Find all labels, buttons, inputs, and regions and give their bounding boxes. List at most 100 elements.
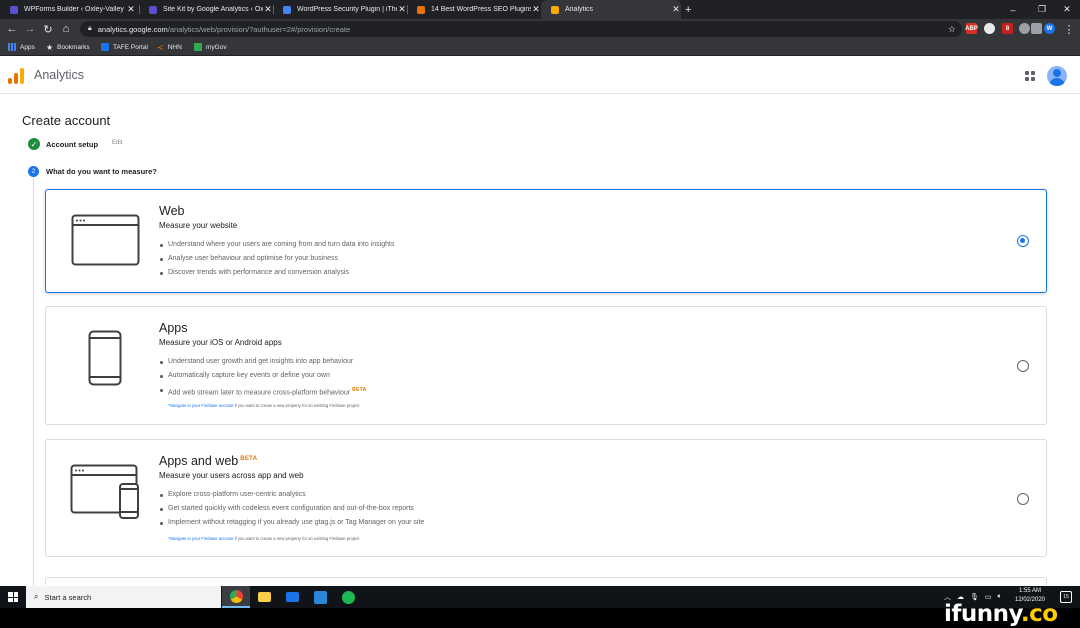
- bookmark-nhn[interactable]: ≺ NHN: [157, 39, 182, 55]
- stepper-line: [33, 177, 34, 587]
- list-item: Automatically capture key events or defi…: [159, 369, 367, 383]
- bookmark-star-icon[interactable]: ☆: [948, 24, 956, 35]
- next-card-edge: [45, 577, 1047, 585]
- edit-account-setup-link[interactable]: Edit: [112, 140, 122, 146]
- bullet-text: Automatically capture key events or defi…: [168, 372, 330, 379]
- taskbar-search-placeholder: Start a search: [44, 592, 92, 602]
- google-apps-icon[interactable]: [1025, 71, 1035, 81]
- firebase-link[interactable]: *Navigate to your Firebase account: [168, 403, 233, 408]
- close-tab-icon[interactable]: ✕: [397, 4, 407, 15]
- step-number-badge: 2: [28, 166, 39, 177]
- option-title: Apps: [159, 321, 188, 335]
- tab-site-kit[interactable]: Site Kit by Google Analytics ‹ Ox ✕: [139, 0, 273, 19]
- option-card-apps[interactable]: Apps Measure your iOS or Android apps Un…: [45, 306, 1047, 425]
- site-kit-favicon-icon: [149, 5, 157, 14]
- account-avatar[interactable]: [1047, 66, 1067, 86]
- network-icon[interactable]: ▭: [985, 593, 992, 601]
- close-window-icon[interactable]: ✕: [1052, 0, 1080, 19]
- tab-seo-plugins[interactable]: 14 Best WordPress SEO Plugins a ✕: [407, 0, 541, 19]
- mobile-phone-icon: [88, 330, 122, 386]
- list-item: Add web stream later to measure cross-pl…: [159, 383, 367, 397]
- close-tab-icon[interactable]: ✕: [263, 4, 273, 15]
- radio-web-selected[interactable]: [1017, 235, 1029, 247]
- list-item: Get started quickly with codeless event …: [159, 502, 424, 516]
- taskbar-spotify[interactable]: [334, 586, 362, 608]
- firebase-note: *Navigate to your Firebase account if yo…: [168, 403, 359, 408]
- list-item: Understand user growth and get insights …: [159, 355, 367, 369]
- forward-icon[interactable]: →: [22, 21, 38, 37]
- profile-avatar[interactable]: W: [1044, 23, 1055, 34]
- adblock-extension-icon[interactable]: ABP: [965, 23, 978, 34]
- search-icon: ⌕: [34, 592, 39, 601]
- browser-toolbar: ← → ↻ ⌂ 🔒︎ analytics.google.com /analyti…: [0, 19, 1080, 39]
- watermark-text: ifunny: [944, 601, 1021, 627]
- taskbar-file-explorer[interactable]: [250, 586, 278, 608]
- tab-title: Analytics: [565, 6, 594, 13]
- option-title-text: Web: [159, 204, 185, 218]
- tab-title: WPForms Builder ‹ Oxley-Valley: [24, 6, 124, 13]
- cloud-icon[interactable]: ☁: [957, 593, 964, 601]
- bookmark-apps[interactable]: Apps: [8, 39, 35, 55]
- radio-apps-and-web[interactable]: [1017, 493, 1029, 505]
- page-title: Create account: [22, 113, 111, 128]
- option-title-text: Apps and web: [159, 454, 239, 468]
- taskbar-chrome[interactable]: [222, 586, 250, 608]
- bookmark-mygov[interactable]: myGov: [194, 39, 227, 55]
- url-host: analytics.google.com: [97, 24, 168, 34]
- minimize-icon[interactable]: –: [998, 0, 1028, 19]
- volume-icon[interactable]: 🔈︎: [998, 593, 1002, 601]
- tab-wpforms[interactable]: WPForms Builder ‹ Oxley-Valley ✕: [0, 0, 136, 19]
- extension-icon[interactable]: [984, 23, 995, 34]
- start-button[interactable]: [0, 586, 26, 608]
- radio-apps[interactable]: [1017, 360, 1029, 372]
- tab-title: Site Kit by Google Analytics ‹ Ox: [163, 6, 263, 13]
- option-bullets: Understand where your users are coming f…: [159, 238, 394, 280]
- option-title: Web: [159, 204, 184, 218]
- taskbar-mail[interactable]: [278, 586, 306, 608]
- tab-wordpress-security[interactable]: WordPress Security Plugin | iThe ✕: [273, 0, 407, 19]
- reload-icon[interactable]: ↻: [40, 21, 56, 37]
- extension-icon[interactable]: [1031, 23, 1042, 34]
- tab-analytics[interactable]: Analytics ✕: [541, 0, 681, 19]
- firebase-note: *Navigate to your Firebase account if yo…: [168, 536, 359, 541]
- bullet-text: Add web stream later to measure cross-pl…: [168, 389, 351, 397]
- taskbar-search-box[interactable]: ⌕ Start a search: [26, 586, 221, 608]
- new-tab-button[interactable]: +: [681, 0, 701, 19]
- nhn-icon: ≺: [157, 42, 164, 52]
- watermark-suffix: .co: [1020, 601, 1058, 627]
- bookmark-bookmarks[interactable]: ★ Bookmarks: [46, 39, 90, 55]
- mail-icon: [285, 592, 299, 602]
- analytics-favicon-icon: [551, 5, 559, 14]
- bookmark-label: NHN: [167, 43, 182, 51]
- bookmark-label: Apps: [20, 43, 35, 51]
- firebase-link[interactable]: *Navigate to your Firebase account: [168, 536, 233, 541]
- menu-kebab-icon[interactable]: ⋮: [1061, 21, 1077, 37]
- back-icon[interactable]: ←: [4, 21, 20, 37]
- tafe-icon: [101, 43, 109, 51]
- bookmark-tafe-portal[interactable]: TAFE Portal: [101, 39, 148, 55]
- address-bar[interactable]: 🔒︎ analytics.google.com /analytics/web/p…: [80, 21, 962, 37]
- notifications-icon[interactable]: 15: [1060, 591, 1072, 603]
- bookmark-label: TAFE Portal: [113, 43, 148, 51]
- extension-icon[interactable]: [1019, 23, 1030, 34]
- taskbar-snip[interactable]: [306, 586, 334, 608]
- url-path: /analytics/web/provision/?authuser=2#/pr…: [167, 24, 351, 34]
- option-title: Apps and web BETA: [159, 454, 257, 468]
- option-card-apps-and-web[interactable]: Apps and web BETA Measure your users acro…: [45, 439, 1047, 557]
- option-card-web[interactable]: Web Measure your website Understand wher…: [45, 189, 1047, 293]
- star-icon: ★: [46, 42, 54, 52]
- analytics-header: Analytics: [0, 57, 1080, 94]
- step-label-account-setup: Account setup: [46, 140, 99, 149]
- spotify-icon: [341, 590, 355, 604]
- extension-badge-icon[interactable]: 8: [1002, 23, 1013, 34]
- microphone-icon[interactable]: 🎙︎: [970, 593, 979, 601]
- beta-badge: BETA: [352, 387, 367, 393]
- clock-time: 1:55 AM: [1018, 588, 1041, 594]
- option-title-text: Apps: [159, 321, 188, 335]
- close-tab-icon[interactable]: ✕: [671, 4, 681, 15]
- close-tab-icon[interactable]: ✕: [531, 4, 541, 15]
- close-tab-icon[interactable]: ✕: [126, 4, 136, 15]
- wpforms-favicon-icon: [10, 5, 18, 14]
- analytics-logo-icon[interactable]: [8, 68, 24, 84]
- home-icon[interactable]: ⌂: [58, 21, 74, 37]
